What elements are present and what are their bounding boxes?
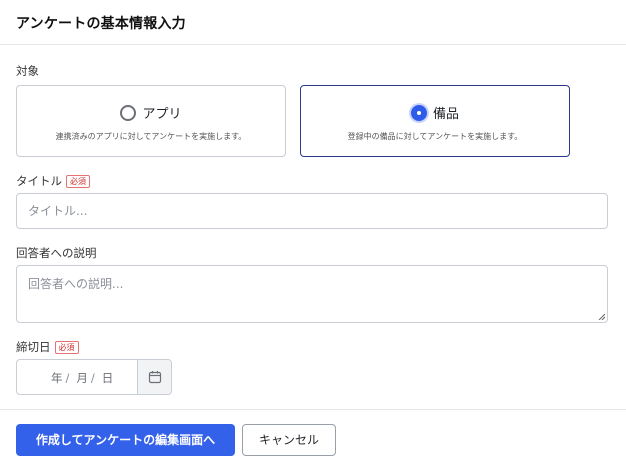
day-segment[interactable]: 日 bbox=[102, 371, 114, 385]
date-segments: 年 / 月 / 日 bbox=[51, 370, 116, 386]
dialog-header: アンケートの基本情報入力 bbox=[0, 0, 626, 45]
deadline-label: 締切日 必須 bbox=[16, 339, 79, 355]
target-option-app-head: アプリ bbox=[17, 103, 285, 122]
target-option-equipment[interactable]: 備品 登録中の備品に対してアンケートを実施します。 bbox=[300, 85, 570, 157]
target-option-app-description: 連携済みのアプリに対してアンケートを実施します。 bbox=[55, 132, 247, 141]
radio-unselected-icon[interactable] bbox=[120, 105, 137, 121]
required-badge: 必須 bbox=[54, 341, 79, 354]
calendar-button[interactable] bbox=[137, 360, 171, 394]
dialog-title: アンケートの基本情報入力 bbox=[16, 16, 186, 32]
resize-handle-icon[interactable] bbox=[598, 313, 605, 320]
radio-selected-icon[interactable] bbox=[410, 105, 427, 121]
required-badge: 必須 bbox=[66, 175, 90, 188]
target-option-equipment-title: 備品 bbox=[432, 107, 459, 122]
create-and-edit-button[interactable]: 作成してアンケートの編集画面へ bbox=[16, 424, 235, 456]
deadline-label-text: 締切日 bbox=[16, 340, 51, 354]
target-label: 対象 bbox=[16, 64, 39, 78]
dialog-footer: 作成してアンケートの編集画面へ キャンセル bbox=[0, 409, 626, 470]
description-textarea[interactable]: 回答者への説明... bbox=[16, 265, 608, 323]
target-option-equipment-description: 登録中の備品に対してアンケートを実施します。 bbox=[347, 132, 523, 141]
title-label: タイトル 必須 bbox=[16, 173, 90, 189]
date-separator: / bbox=[65, 371, 70, 385]
cancel-button[interactable]: キャンセル bbox=[242, 424, 336, 456]
month-segment[interactable]: 月 bbox=[76, 371, 88, 385]
deadline-date-input[interactable]: 年 / 月 / 日 bbox=[16, 359, 172, 395]
description-label: 回答者への説明 bbox=[16, 246, 97, 260]
description-placeholder: 回答者への説明... bbox=[28, 277, 124, 291]
date-separator: / bbox=[90, 371, 95, 385]
target-option-app[interactable]: アプリ 連携済みのアプリに対してアンケートを実施します。 bbox=[16, 85, 286, 157]
title-label-text: タイトル bbox=[16, 174, 62, 188]
target-option-app-title: アプリ bbox=[142, 107, 182, 122]
target-option-equipment-head: 備品 bbox=[301, 103, 569, 122]
year-segment[interactable]: 年 bbox=[51, 371, 63, 385]
title-input[interactable]: タイトル... bbox=[16, 193, 608, 229]
calendar-icon bbox=[148, 371, 162, 384]
